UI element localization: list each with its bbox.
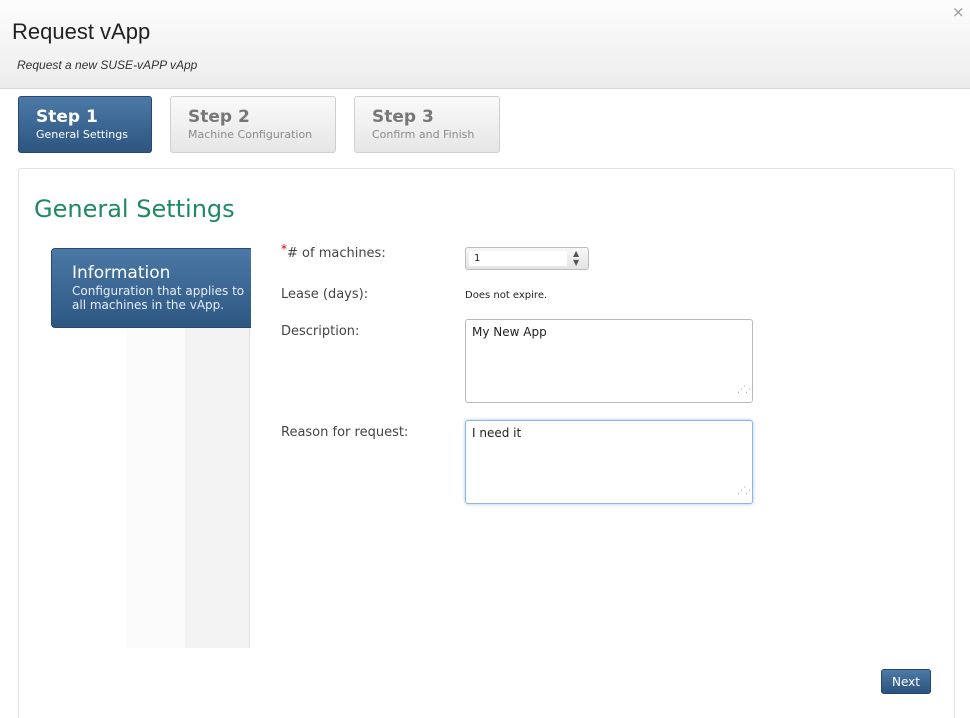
lease-value: Does not expire.	[465, 290, 548, 301]
chevron-down-icon[interactable]: ▼	[573, 259, 579, 267]
section-title: General Settings	[34, 195, 235, 223]
machines-input[interactable]	[469, 251, 567, 266]
chevron-up-icon[interactable]: ▲	[573, 250, 579, 258]
lease-label: Lease (days):	[281, 287, 369, 302]
step-number: Step 3	[372, 107, 434, 127]
side-tab-information[interactable]: Information Configuration that applies t…	[51, 248, 251, 328]
step-label: Machine Configuration	[188, 128, 313, 141]
next-button[interactable]: Next	[881, 669, 931, 694]
resize-grip-icon[interactable]: ⋰⋰	[737, 386, 754, 396]
step-number: Step 2	[188, 107, 250, 127]
description-textarea[interactable]: My New App	[465, 319, 753, 403]
required-marker: *	[281, 242, 287, 256]
dialog-subtitle: Request a new SUSE-vAPP vApp	[17, 58, 198, 72]
side-nav-column	[126, 328, 186, 648]
reason-textarea[interactable]: I need it	[465, 420, 753, 504]
step-3-tab[interactable]: Step 3 Confirm and Finish	[354, 96, 500, 153]
resize-grip-icon[interactable]: ⋰⋰	[737, 487, 754, 497]
step-label: Confirm and Finish	[372, 128, 475, 141]
machines-label: *# of machines:	[281, 242, 386, 261]
close-icon[interactable]: ×	[952, 5, 965, 20]
step-number: Step 1	[36, 107, 98, 127]
step-label: General Settings	[36, 128, 128, 141]
dialog-title: Request vApp	[12, 19, 151, 44]
machines-stepper[interactable]: ▲ ▼	[465, 247, 589, 270]
reason-label: Reason for request:	[281, 425, 409, 440]
description-label: Description:	[281, 324, 360, 339]
side-tab-title: Information	[72, 263, 171, 283]
step-1-tab[interactable]: Step 1 General Settings	[18, 96, 152, 153]
side-tab-description: Configuration that applies to all machin…	[72, 284, 245, 312]
step-2-tab[interactable]: Step 2 Machine Configuration	[170, 96, 336, 153]
dialog-header: Request vApp Request a new SUSE-vAPP vAp…	[0, 0, 970, 89]
machines-label-text: # of machines:	[287, 246, 386, 261]
side-nav-column	[185, 328, 250, 648]
